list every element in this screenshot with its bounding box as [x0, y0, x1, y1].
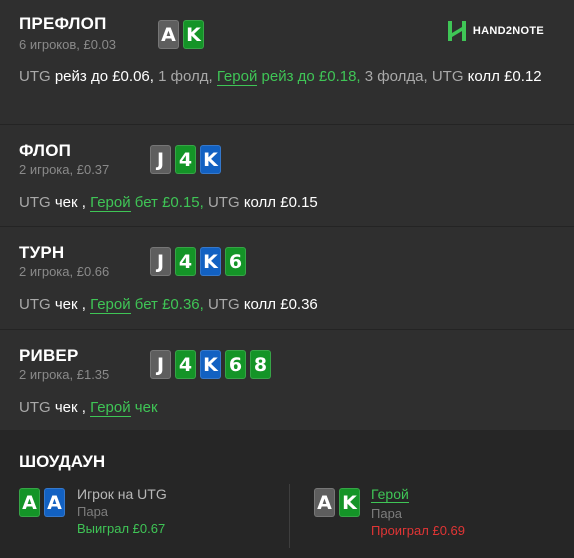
card: 4: [175, 247, 196, 276]
card: K: [200, 247, 221, 276]
action-line: UTG рейз до £0.06, 1 фолд, Герой рейз до…: [19, 65, 544, 88]
player-name: UTG: [19, 399, 51, 416]
board-cards: J 4 K: [150, 145, 221, 174]
card: J: [150, 247, 171, 276]
card: K: [200, 145, 221, 174]
villain-hand: Пара: [77, 504, 109, 519]
board-cards: J 4 K 6 8: [150, 350, 271, 379]
player-name: UTG: [19, 194, 51, 211]
hero-action: бет £0.15,: [134, 194, 204, 211]
action-amount: £0.12: [504, 68, 542, 85]
player-name: UTG: [207, 194, 240, 211]
hero-action: чек: [134, 399, 158, 416]
player-name: UTG: [431, 68, 464, 85]
hero-link[interactable]: Герой: [371, 486, 409, 503]
action-text: чек ,: [54, 194, 86, 211]
action-text: колл £0.15: [243, 194, 318, 211]
board-cards: A K: [158, 20, 204, 49]
card: J: [150, 350, 171, 379]
hero-link[interactable]: Герой: [216, 68, 258, 86]
card: K: [200, 350, 221, 379]
card: K: [339, 488, 360, 517]
action-text: рейз до £0.06,: [54, 68, 154, 85]
villain-info: Игрок на UTG Пара Выиграл £0.67: [77, 486, 167, 536]
card: J: [150, 145, 171, 174]
street-pot: 2 игрока, £1.35: [19, 367, 110, 382]
hero-result: Проиграл £0.69: [371, 523, 465, 538]
street-pot: 2 игрока, £0.66: [19, 264, 110, 279]
player-name: UTG: [19, 296, 51, 313]
hand-history-panel: ПРЕФЛОП 6 игроков, £0.03 A K HAND2NOTE U…: [0, 0, 574, 558]
card: A: [19, 488, 40, 517]
hand2note-logo: HAND2NOTE: [447, 20, 544, 42]
board-cards: J 4 K 6: [150, 247, 246, 276]
card: 4: [175, 145, 196, 174]
street-title: ТУРН: [19, 243, 65, 262]
action-line: UTG чек , Герой бет £0.15, UTG колл £0.1…: [19, 191, 544, 214]
hero-info: Герой Пара Проиграл £0.69: [371, 486, 465, 538]
hero-cards: A K: [314, 488, 360, 517]
street-title: ФЛОП: [19, 141, 72, 160]
card: 8: [250, 350, 271, 379]
action-text: 3 фолда,: [364, 68, 428, 85]
card: A: [158, 20, 179, 49]
hero-action: бет £0.36,: [134, 296, 204, 313]
street-pot: 6 игроков, £0.03: [19, 37, 117, 52]
showdown-title: ШОУДАУН: [19, 452, 106, 471]
card: 4: [175, 350, 196, 379]
villain-name: Игрок на UTG: [77, 486, 167, 502]
player-name: UTG: [207, 296, 240, 313]
action-text: колл £0.36: [243, 296, 318, 313]
logo-text: HAND2NOTE: [472, 25, 544, 37]
action-line: UTG чек , Герой бет £0.36, UTG колл £0.3…: [19, 293, 544, 316]
showdown-section: ШОУДАУН A A Игрок на UTG Пара Выиграл £0…: [0, 430, 574, 558]
river-section: РИВЕР 2 игрока, £1.35 J 4 K 6 8 UTG чек …: [0, 330, 574, 430]
action-text: чек ,: [54, 399, 86, 416]
action-text: 1 фолд,: [158, 68, 213, 85]
hero-action: рейз до £0.18,: [261, 68, 361, 85]
villain-cards: A A: [19, 488, 65, 517]
turn-section: ТУРН 2 игрока, £0.66 J 4 K 6 UTG чек , Г…: [0, 227, 574, 330]
action-text: колл: [467, 68, 500, 85]
card: 6: [225, 350, 246, 379]
hero-link[interactable]: Герой: [90, 296, 131, 314]
hero-link[interactable]: Герой: [90, 194, 131, 212]
flop-section: ФЛОП 2 игрока, £0.37 J 4 K UTG чек , Гер…: [0, 125, 574, 227]
card: A: [44, 488, 65, 517]
street-pot: 2 игрока, £0.37: [19, 162, 110, 177]
card: 6: [225, 247, 246, 276]
divider: [289, 484, 290, 548]
street-title: РИВЕР: [19, 346, 79, 365]
action-line: UTG чек , Герой чек: [19, 396, 544, 419]
hero-hand: Пара: [371, 506, 403, 521]
player-name: UTG: [19, 68, 51, 85]
h2n-logo-icon: [447, 21, 466, 41]
street-title: ПРЕФЛОП: [19, 14, 107, 33]
villain-result: Выиграл £0.67: [77, 521, 166, 536]
card: A: [314, 488, 335, 517]
hero-link[interactable]: Герой: [90, 399, 131, 417]
action-text: чек ,: [54, 296, 86, 313]
card: K: [183, 20, 204, 49]
preflop-section: ПРЕФЛОП 6 игроков, £0.03 A K HAND2NOTE U…: [0, 0, 574, 125]
